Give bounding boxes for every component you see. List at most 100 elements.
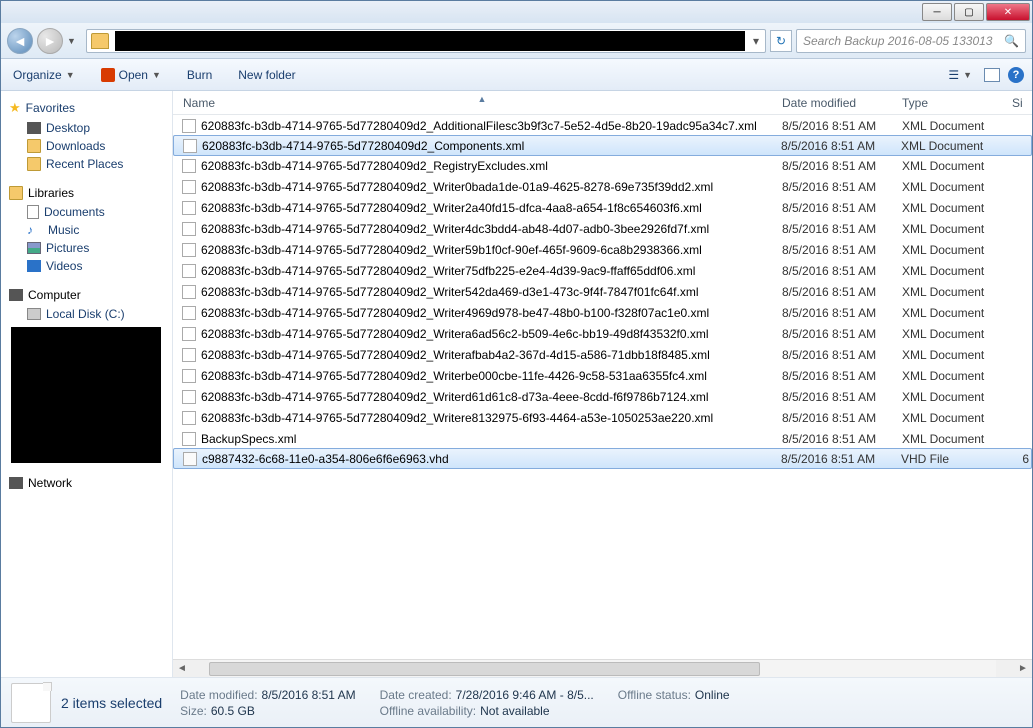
file-size: 6 — [1011, 452, 1031, 466]
column-header-date[interactable]: Date modified — [782, 96, 902, 110]
file-row[interactable]: 620883fc-b3db-4714-9765-5d77280409d2_Add… — [173, 115, 1032, 136]
file-type: XML Document — [902, 411, 1012, 425]
view-options-button[interactable]: ☰▼ — [944, 66, 976, 84]
xml-file-icon — [181, 118, 197, 134]
sidebar-item-videos[interactable]: Videos — [1, 257, 172, 275]
file-name: 620883fc-b3db-4714-9765-5d77280409d2_Com… — [202, 139, 781, 153]
sidebar-item-desktop[interactable]: Desktop — [1, 119, 172, 137]
history-dropdown[interactable]: ▼ — [67, 36, 76, 46]
sort-ascending-icon: ▲ — [478, 94, 487, 104]
column-header-size[interactable]: Si — [1012, 96, 1032, 110]
file-date: 8/5/2016 8:51 AM — [782, 264, 902, 278]
file-name: 620883fc-b3db-4714-9765-5d77280409d2_Reg… — [201, 159, 782, 173]
maximize-button[interactable]: ▢ — [954, 3, 984, 21]
burn-button[interactable]: Burn — [183, 66, 216, 84]
recent-icon — [27, 157, 41, 171]
xml-file-icon — [181, 431, 197, 447]
address-path-redacted — [115, 31, 745, 51]
file-row[interactable]: 620883fc-b3db-4714-9765-5d77280409d2_Wri… — [173, 344, 1032, 365]
file-type: XML Document — [902, 264, 1012, 278]
preview-pane-button[interactable] — [984, 68, 1000, 82]
file-row[interactable]: 620883fc-b3db-4714-9765-5d77280409d2_Wri… — [173, 407, 1032, 428]
column-header-type[interactable]: Type — [902, 96, 1012, 110]
sidebar-computer-header[interactable]: Computer — [1, 285, 172, 305]
file-date: 8/5/2016 8:51 AM — [782, 119, 902, 133]
date-modified-label: Date modified: — [180, 688, 257, 702]
music-icon: ♪ — [27, 223, 43, 237]
sidebar-item-local-disk[interactable]: Local Disk (C:) — [1, 305, 172, 323]
file-row[interactable]: 620883fc-b3db-4714-9765-5d77280409d2_Com… — [173, 135, 1032, 156]
sidebar-item-downloads[interactable]: Downloads — [1, 137, 172, 155]
column-header-name[interactable]: Name ▲ — [173, 96, 782, 110]
forward-button[interactable]: ► — [37, 28, 63, 54]
chevron-down-icon: ▼ — [152, 70, 161, 80]
file-row[interactable]: 620883fc-b3db-4714-9765-5d77280409d2_Wri… — [173, 365, 1032, 386]
file-list[interactable]: 620883fc-b3db-4714-9765-5d77280409d2_Add… — [173, 115, 1032, 659]
address-dropdown[interactable]: ▾ — [747, 34, 765, 48]
content-pane: Name ▲ Date modified Type Si 620883fc-b3… — [173, 91, 1032, 677]
horizontal-scrollbar[interactable]: ◄ ► — [173, 659, 1032, 677]
scroll-left-icon[interactable]: ◄ — [173, 660, 191, 677]
sidebar-favorites-header[interactable]: ★ Favorites — [1, 97, 172, 119]
file-row[interactable]: c9887432-6c68-11e0-a354-806e6f6e6963.vhd… — [173, 448, 1032, 469]
xml-file-icon — [181, 368, 197, 384]
back-button[interactable]: ◄ — [7, 28, 33, 54]
file-row[interactable]: 620883fc-b3db-4714-9765-5d77280409d2_Wri… — [173, 239, 1032, 260]
file-row[interactable]: BackupSpecs.xml8/5/2016 8:51 AMXML Docum… — [173, 428, 1032, 449]
file-name: c9887432-6c68-11e0-a354-806e6f6e6963.vhd — [202, 452, 781, 466]
file-row[interactable]: 620883fc-b3db-4714-9765-5d77280409d2_Wri… — [173, 260, 1032, 281]
file-row[interactable]: 620883fc-b3db-4714-9765-5d77280409d2_Reg… — [173, 155, 1032, 176]
file-row[interactable]: 620883fc-b3db-4714-9765-5d77280409d2_Wri… — [173, 197, 1032, 218]
file-name: 620883fc-b3db-4714-9765-5d77280409d2_Wri… — [201, 264, 782, 278]
desktop-icon — [27, 122, 41, 134]
details-icon — [11, 683, 51, 723]
file-date: 8/5/2016 8:51 AM — [782, 348, 902, 362]
pictures-icon — [27, 242, 41, 254]
file-name: 620883fc-b3db-4714-9765-5d77280409d2_Add… — [201, 119, 782, 133]
sidebar-item-music[interactable]: ♪Music — [1, 221, 172, 239]
star-icon: ★ — [9, 100, 21, 116]
file-type: XML Document — [902, 432, 1012, 446]
sidebar-libraries-header[interactable]: Libraries — [1, 183, 172, 203]
file-type: XML Document — [902, 159, 1012, 173]
xml-file-icon — [181, 410, 197, 426]
file-date: 8/5/2016 8:51 AM — [782, 369, 902, 383]
sidebar-item-recent-places[interactable]: Recent Places — [1, 155, 172, 173]
disk-icon — [27, 308, 41, 320]
xml-file-icon — [181, 179, 197, 195]
navigation-bar: ◄ ► ▼ ▾ ↻ Search Backup 2016-08-05 13301… — [1, 23, 1032, 59]
file-type: XML Document — [902, 285, 1012, 299]
sidebar-item-pictures[interactable]: Pictures — [1, 239, 172, 257]
chevron-down-icon: ▼ — [66, 70, 75, 80]
new-folder-button[interactable]: New folder — [234, 66, 299, 84]
file-row[interactable]: 620883fc-b3db-4714-9765-5d77280409d2_Wri… — [173, 218, 1032, 239]
file-name: 620883fc-b3db-4714-9765-5d77280409d2_Wri… — [201, 390, 782, 404]
search-icon: 🔍 — [1004, 34, 1019, 48]
file-row[interactable]: 620883fc-b3db-4714-9765-5d77280409d2_Wri… — [173, 386, 1032, 407]
file-date: 8/5/2016 8:51 AM — [781, 452, 901, 466]
title-bar[interactable]: ─ ▢ ✕ — [1, 1, 1032, 23]
help-button[interactable]: ? — [1008, 67, 1024, 83]
open-button[interactable]: Open ▼ — [97, 66, 165, 84]
file-name: 620883fc-b3db-4714-9765-5d77280409d2_Wri… — [201, 243, 782, 257]
file-row[interactable]: 620883fc-b3db-4714-9765-5d77280409d2_Wri… — [173, 281, 1032, 302]
organize-button[interactable]: Organize ▼ — [9, 66, 79, 84]
address-bar[interactable]: ▾ — [86, 29, 766, 53]
videos-icon — [27, 260, 41, 272]
sidebar-item-documents[interactable]: Documents — [1, 203, 172, 221]
file-row[interactable]: 620883fc-b3db-4714-9765-5d77280409d2_Wri… — [173, 323, 1032, 344]
search-input[interactable]: Search Backup 2016-08-05 133013 🔍 — [796, 29, 1026, 53]
sidebar-network-header[interactable]: Network — [1, 473, 172, 493]
file-row[interactable]: 620883fc-b3db-4714-9765-5d77280409d2_Wri… — [173, 176, 1032, 197]
minimize-button[interactable]: ─ — [922, 3, 952, 21]
xml-file-icon — [181, 200, 197, 216]
close-button[interactable]: ✕ — [986, 3, 1030, 21]
scroll-thumb[interactable] — [209, 662, 760, 676]
refresh-button[interactable]: ↻ — [770, 30, 792, 52]
file-type: XML Document — [902, 390, 1012, 404]
file-date: 8/5/2016 8:51 AM — [782, 306, 902, 320]
file-row[interactable]: 620883fc-b3db-4714-9765-5d77280409d2_Wri… — [173, 302, 1032, 323]
xml-file-icon — [181, 389, 197, 405]
file-date: 8/5/2016 8:51 AM — [781, 139, 901, 153]
scroll-right-icon[interactable]: ► — [1014, 660, 1032, 677]
